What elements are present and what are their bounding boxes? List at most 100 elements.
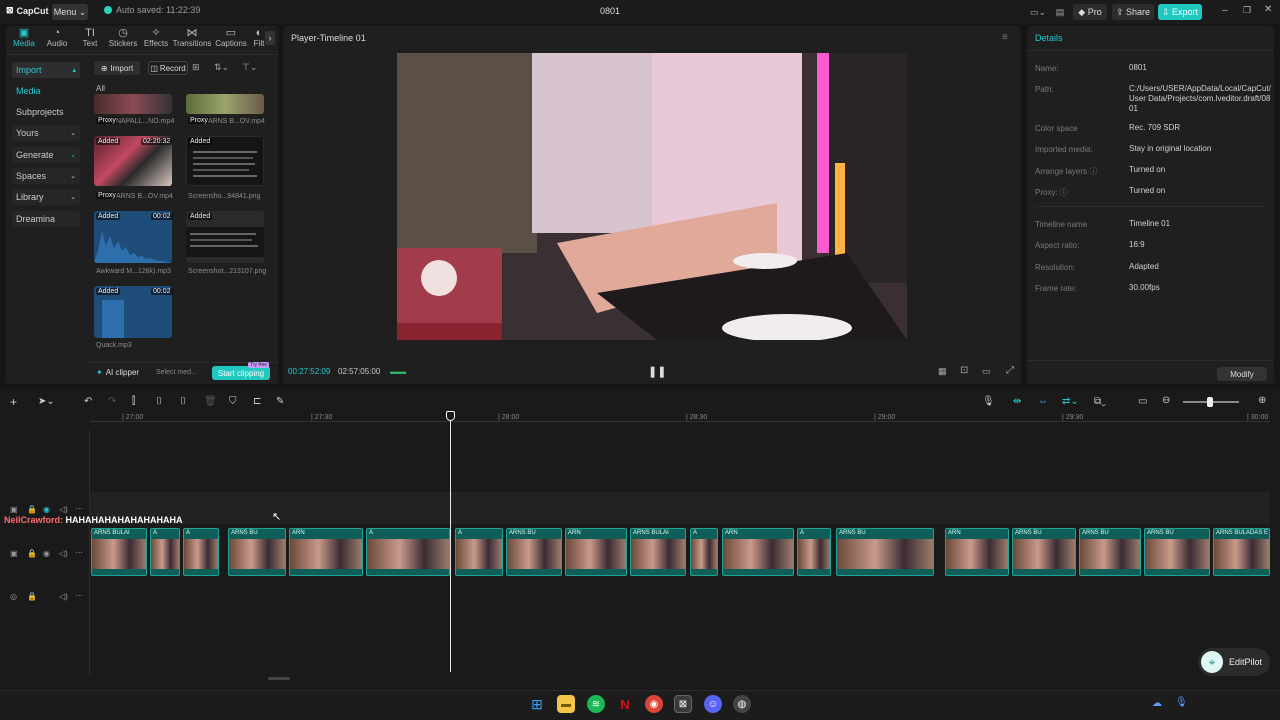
player-menu-icon[interactable]: ≡: [1002, 32, 1008, 43]
caption-tool-icon[interactable]: ▭: [1138, 396, 1147, 407]
tab-transitions[interactable]: ⋈ Transitions: [173, 27, 212, 48]
obs-icon[interactable]: ◍: [733, 695, 751, 713]
record-button[interactable]: ◫ Record: [148, 61, 188, 75]
playhead[interactable]: [450, 414, 451, 672]
tab-stickers[interactable]: ◷ Stickers: [107, 27, 139, 48]
menu-button[interactable]: Menu ⌄: [52, 4, 88, 20]
start-clipping-button[interactable]: Start clipping: [212, 366, 270, 380]
delete-icon[interactable]: 🗑: [204, 396, 217, 407]
video-clip[interactable]: ARN: [289, 528, 363, 576]
split-icon[interactable]: ⫿: [132, 396, 135, 407]
file-explorer-icon[interactable]: ▬: [557, 695, 575, 713]
capcut-icon[interactable]: ⊠: [674, 695, 692, 713]
preview-axis-icon[interactable]: ⧉⌄: [1094, 396, 1106, 407]
windows-start-icon[interactable]: ⊞: [528, 695, 546, 713]
discord-icon[interactable]: ☺: [704, 695, 722, 713]
more-icon[interactable]: ⋯: [75, 548, 83, 557]
draw-icon[interactable]: ✎: [276, 396, 284, 407]
video-clip[interactable]: ARNS BULAI: [91, 528, 147, 576]
lock-icon[interactable]: 🔒: [27, 505, 37, 514]
pro-button[interactable]: ◆ Pro: [1073, 4, 1107, 20]
media-thumb-napall[interactable]: [94, 94, 172, 114]
select-tool-icon[interactable]: ➤⌄: [38, 396, 55, 407]
sidebar-item-dreamina[interactable]: Dreamina: [12, 211, 80, 227]
chrome-icon[interactable]: ◉: [645, 695, 663, 713]
crop-icon[interactable]: ⊏: [253, 396, 261, 407]
video-clip[interactable]: ARNS BULAI: [630, 528, 686, 576]
maximize-icon[interactable]: ❐: [1243, 5, 1251, 16]
pause-button[interactable]: ❚❚: [648, 365, 666, 378]
more-icon[interactable]: ⋯: [75, 591, 83, 600]
zoom-in-icon[interactable]: ⊕: [1258, 395, 1266, 406]
spotify-icon[interactable]: ≋: [587, 695, 605, 713]
video-clip[interactable]: ARNS BU: [1079, 528, 1141, 576]
eye-icon[interactable]: ◉: [43, 505, 50, 514]
grid-view-icon[interactable]: ⊞: [192, 62, 200, 73]
quality-icon[interactable]: ▦: [938, 366, 947, 377]
import-button[interactable]: ⊕ Import: [94, 61, 140, 75]
undo-icon[interactable]: ↶: [84, 396, 92, 407]
add-track-icon[interactable]: +: [10, 395, 17, 409]
video-clip[interactable]: A: [455, 528, 503, 576]
tab-media[interactable]: ▣ Media: [8, 27, 40, 48]
video-clip[interactable]: ARNS BU: [228, 528, 286, 576]
zoom-slider-handle[interactable]: [1207, 397, 1213, 407]
close-icon[interactable]: ✕: [1264, 4, 1272, 15]
layout-icon[interactable]: ▭⌄: [1028, 4, 1048, 20]
tabs-scroll-right-button[interactable]: ›: [265, 31, 275, 45]
video-clip[interactable]: ARNS BU: [836, 528, 934, 576]
split-right-icon[interactable]: ⌷: [180, 396, 186, 407]
export-button[interactable]: ⇩ Export: [1158, 4, 1202, 20]
linkage-icon[interactable]: ⇄⌄: [1062, 396, 1079, 407]
video-clip[interactable]: A: [797, 528, 831, 576]
speaker-icon[interactable]: ◁): [59, 549, 68, 558]
sidebar-item-yours[interactable]: Yours ⌄: [12, 125, 80, 141]
more-icon[interactable]: ⋯: [75, 504, 83, 513]
split-left-icon[interactable]: ⌷: [156, 396, 162, 407]
ratio-icon[interactable]: ▭: [982, 366, 991, 377]
microphone-icon[interactable]: 🎙: [982, 396, 995, 407]
tab-effects[interactable]: ✧ Effects: [140, 27, 172, 48]
video-clip[interactable]: ARNS BU: [506, 528, 562, 576]
video-clip[interactable]: ARNS BU: [1144, 528, 1210, 576]
tab-text[interactable]: TI Text: [74, 27, 106, 48]
video-clip[interactable]: ARN: [565, 528, 627, 576]
eye-icon[interactable]: ◉: [43, 549, 50, 558]
sidebar-item-generate[interactable]: Generate ⌄: [12, 147, 80, 163]
fit-icon[interactable]: ⊡: [960, 365, 968, 376]
filter-icon[interactable]: ⊤⌄: [242, 62, 257, 73]
sidebar-item-library[interactable]: Library ⌄: [12, 189, 80, 205]
timeline-scrollbar[interactable]: [268, 677, 290, 680]
lock-icon[interactable]: 🔒: [27, 592, 37, 601]
lock-icon[interactable]: 🔒: [27, 549, 37, 558]
sort-icon[interactable]: ⇅⌄: [214, 62, 229, 73]
tab-captions[interactable]: ▭ Captions: [212, 27, 250, 48]
editpilot-button[interactable]: ⌖ EditPilot: [1198, 648, 1270, 676]
video-clip[interactable]: A: [366, 528, 450, 576]
redo-icon[interactable]: ↷: [108, 396, 116, 407]
shortcuts-icon[interactable]: ▤: [1052, 4, 1068, 20]
minimize-icon[interactable]: –: [1222, 5, 1228, 16]
sidebar-item-spaces[interactable]: Spaces ⌄: [12, 168, 80, 184]
tray-microphone-icon[interactable]: 🎙: [1175, 697, 1188, 708]
video-clip[interactable]: A: [183, 528, 219, 576]
zoom-out-icon[interactable]: ⊖: [1162, 395, 1170, 406]
video-clip[interactable]: ARN: [945, 528, 1009, 576]
fullscreen-icon[interactable]: ⤢: [1006, 365, 1014, 376]
video-clip[interactable]: ARNS BULADAS E: [1213, 528, 1270, 576]
sidebar-item-import[interactable]: Import ▴: [12, 62, 80, 78]
track-thumbnail-icon[interactable]: ▣: [10, 505, 18, 514]
track-thumbnail-icon[interactable]: ▣: [10, 549, 18, 558]
media-thumb-arns-1[interactable]: [186, 94, 264, 114]
playhead-handle[interactable]: [446, 411, 455, 421]
video-preview[interactable]: [397, 53, 907, 340]
video-clip[interactable]: A: [690, 528, 718, 576]
share-button[interactable]: ⇪ Share: [1112, 4, 1154, 20]
auto-snap-icon[interactable]: ⇔: [1038, 396, 1048, 407]
sidebar-item-media[interactable]: Media: [12, 83, 80, 99]
video-clip[interactable]: ARNS BU: [1012, 528, 1076, 576]
video-clip[interactable]: ARN: [722, 528, 794, 576]
main-track-magnet-icon[interactable]: ⇹: [1013, 396, 1021, 407]
modify-button[interactable]: Modify: [1217, 367, 1267, 381]
speaker-icon[interactable]: ◁): [59, 592, 68, 601]
